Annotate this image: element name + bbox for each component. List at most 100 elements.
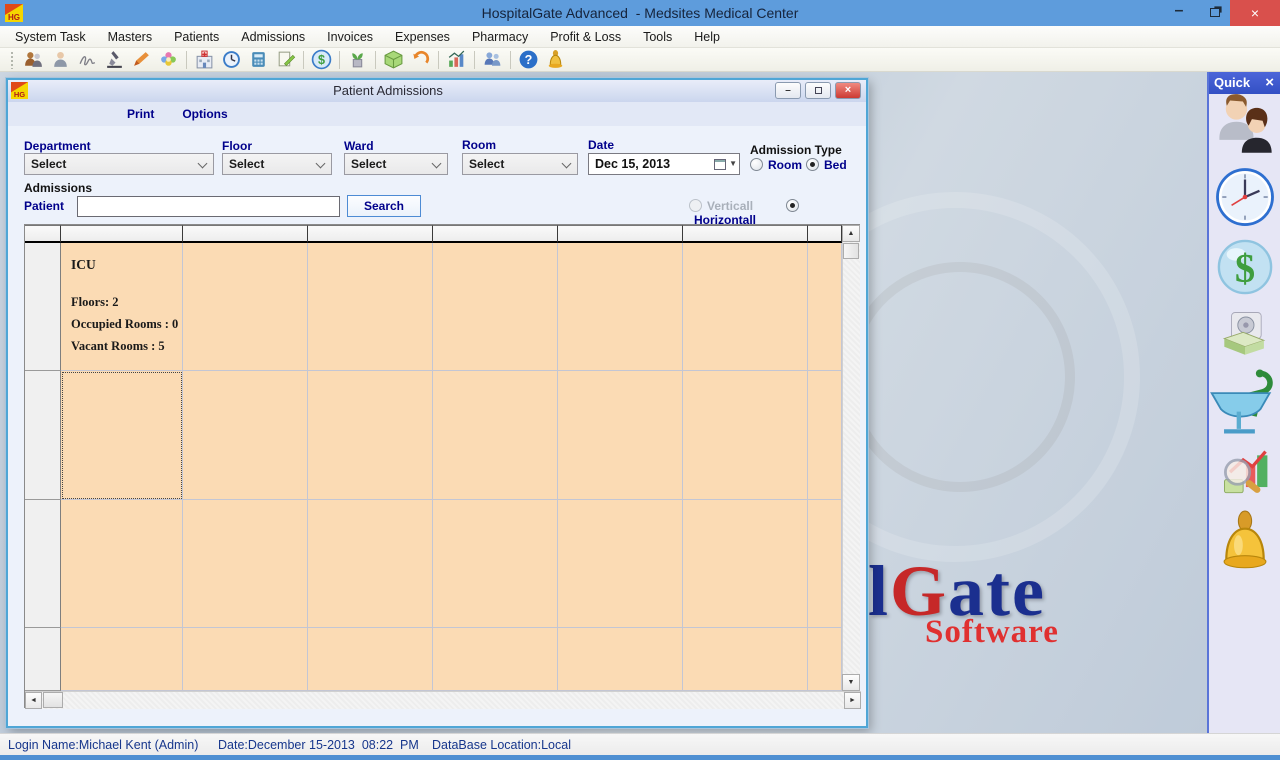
date-picker-button[interactable]: ▼: [707, 156, 737, 172]
close-button[interactable]: ×: [1230, 0, 1280, 26]
floor-select[interactable]: Select: [222, 153, 332, 175]
admissions-menu-options[interactable]: Options: [168, 102, 241, 126]
grid-row-header[interactable]: [25, 243, 61, 371]
grid-cell[interactable]: [183, 243, 308, 371]
grid-column-header[interactable]: [183, 225, 308, 243]
minimize-button[interactable]: –: [1164, 0, 1194, 26]
grid-cell[interactable]: [433, 628, 558, 691]
menu-invoices[interactable]: Invoices: [316, 26, 384, 48]
scroll-right-button[interactable]: ►: [844, 692, 861, 709]
ward-select[interactable]: Select: [344, 153, 448, 175]
toolbar-button-dollar[interactable]: $: [308, 49, 335, 71]
grid-cell[interactable]: [808, 371, 842, 500]
grid-column-header[interactable]: [558, 225, 683, 243]
toolbar-button-flower[interactable]: [155, 49, 182, 71]
toolbar-button-bell[interactable]: [542, 49, 569, 71]
grid-column-header[interactable]: [808, 225, 842, 243]
menu-help[interactable]: Help: [683, 26, 731, 48]
grid-cell[interactable]: [558, 243, 683, 371]
grid-column-header[interactable]: [433, 225, 558, 243]
grid-cell[interactable]: [683, 500, 808, 628]
grid-cell[interactable]: [308, 371, 433, 500]
toolbar-button-plant[interactable]: [344, 49, 371, 71]
grid-cell[interactable]: [61, 628, 183, 691]
grid-column-header[interactable]: [308, 225, 433, 243]
grid-cell[interactable]: [61, 500, 183, 628]
menu-pharmacy[interactable]: Pharmacy: [461, 26, 539, 48]
menu-profit-loss[interactable]: Profit & Loss: [539, 26, 632, 48]
quick-button-patients[interactable]: [1213, 93, 1277, 160]
grid-cell[interactable]: ICUFloors: 2Occupied Rooms : 0Vacant Roo…: [61, 243, 183, 371]
toolbar-button-signature[interactable]: [74, 49, 101, 71]
date-picker[interactable]: Dec 15, 2013 ▼: [588, 153, 740, 175]
grid-cell[interactable]: [808, 628, 842, 691]
admissions-minimize-button[interactable]: –: [775, 82, 801, 99]
admissions-close-button[interactable]: ×: [835, 82, 861, 99]
grid-column-header[interactable]: [61, 225, 183, 243]
grid-cell[interactable]: [308, 243, 433, 371]
grid-cell[interactable]: [683, 371, 808, 500]
grid-cell[interactable]: [61, 371, 183, 500]
toolbar-button-help[interactable]: ?: [515, 49, 542, 71]
toolbar-button-undo[interactable]: [407, 49, 434, 71]
horizontal-scrollbar[interactable]: [25, 691, 861, 709]
grid-column-header[interactable]: [683, 225, 808, 243]
horizontal-radio[interactable]: [786, 199, 799, 212]
grid-cell[interactable]: [183, 628, 308, 691]
menu-system-task[interactable]: System Task: [4, 26, 97, 48]
menu-masters[interactable]: Masters: [97, 26, 163, 48]
menu-patients[interactable]: Patients: [163, 26, 230, 48]
grid-cell[interactable]: [683, 243, 808, 371]
toolbar-button-calculator[interactable]: [245, 49, 272, 71]
vertical-radio[interactable]: [689, 199, 702, 212]
quick-button-pharmacy[interactable]: [1208, 366, 1280, 443]
menu-tools[interactable]: Tools: [632, 26, 683, 48]
toolbar-grip[interactable]: [10, 51, 14, 69]
toolbar-button-patient[interactable]: [47, 49, 74, 71]
grid-cell[interactable]: [558, 500, 683, 628]
department-select[interactable]: Select: [24, 153, 214, 175]
restore-button[interactable]: [1200, 0, 1230, 26]
vertical-scroll-thumb[interactable]: [843, 243, 859, 259]
grid-cell[interactable]: [308, 628, 433, 691]
grid-cell[interactable]: [683, 628, 808, 691]
menu-admissions[interactable]: Admissions: [230, 26, 316, 48]
search-button[interactable]: Search: [347, 195, 421, 217]
grid-cell[interactable]: [433, 500, 558, 628]
toolbar-button-hospital[interactable]: [191, 49, 218, 71]
horizontal-scroll-thumb[interactable]: [43, 692, 63, 708]
grid-cell[interactable]: [808, 500, 842, 628]
toolbar-button-chart[interactable]: [443, 49, 470, 71]
quick-button-bell[interactable]: [1212, 510, 1278, 579]
admissions-menu-print[interactable]: Print: [113, 102, 168, 126]
vertical-scrollbar[interactable]: [842, 225, 860, 691]
grid-row-header[interactable]: [25, 628, 61, 691]
toolbar-button-schedule[interactable]: [479, 49, 506, 71]
admission-type-room-radio[interactable]: [750, 158, 763, 171]
toolbar-button-microscope[interactable]: [101, 49, 128, 71]
quick-button-clock[interactable]: [1214, 165, 1276, 230]
grid-corner-cell[interactable]: [25, 225, 61, 243]
grid-cell[interactable]: [808, 243, 842, 371]
grid-cell[interactable]: [308, 500, 433, 628]
scroll-left-button[interactable]: ◄: [25, 692, 42, 709]
admission-type-bed-radio[interactable]: [806, 158, 819, 171]
scroll-down-button[interactable]: ▼: [842, 674, 860, 691]
menu-expenses[interactable]: Expenses: [384, 26, 461, 48]
admissions-titlebar[interactable]: HG Patient Admissions – ×: [8, 80, 866, 102]
quick-button-profit[interactable]: [1217, 446, 1273, 505]
vertical-label[interactable]: Verticall: [707, 199, 753, 213]
grid-cell[interactable]: [558, 628, 683, 691]
room-select[interactable]: Select: [462, 153, 578, 175]
toolbar-button-invoice[interactable]: [272, 49, 299, 71]
admission-type-room-label[interactable]: Room: [768, 158, 802, 172]
quick-close-icon[interactable]: ×: [1265, 72, 1274, 94]
grid-row-header[interactable]: [25, 500, 61, 628]
grid-row-header[interactable]: [25, 371, 61, 500]
toolbar-button-pen[interactable]: [128, 49, 155, 71]
toolbar-button-patients-group[interactable]: [20, 49, 47, 71]
quick-button-cashbox[interactable]: [1218, 308, 1272, 365]
patient-input[interactable]: [77, 196, 340, 217]
grid-cell[interactable]: [183, 500, 308, 628]
quick-button-billing[interactable]: $: [1216, 238, 1274, 299]
